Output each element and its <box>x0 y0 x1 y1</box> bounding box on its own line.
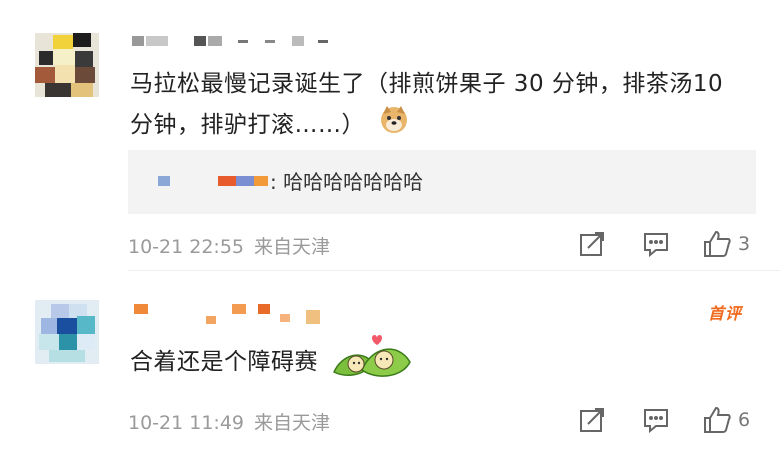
comment-date: 10-21 11:49 <box>128 412 245 434</box>
share-button[interactable] <box>578 406 606 434</box>
share-button[interactable] <box>578 230 606 258</box>
like-count: 3 <box>738 233 751 255</box>
comment-actions: 3 <box>578 230 758 260</box>
comment-text: 马拉松最慢记录诞生了（排煎饼果子 30 分钟，排茶汤10 分钟，排驴打滚……） <box>130 64 728 147</box>
divider <box>128 270 780 271</box>
comment-actions: 6 <box>578 406 758 436</box>
avatar[interactable] <box>35 33 99 97</box>
comment-meta: 10-21 11:49 来自天津 <box>128 408 330 435</box>
comment-text-content: 马拉松最慢记录诞生了（排煎饼果子 30 分钟，排茶汤10 分钟，排驴打滚……） <box>130 71 724 138</box>
doge-emoji-icon <box>379 104 409 147</box>
comment-source: 来自天津 <box>254 236 331 258</box>
like-button[interactable]: 3 <box>702 230 750 258</box>
thumbs-up-icon <box>704 406 731 433</box>
share-icon <box>580 232 604 256</box>
comment-date: 10-21 22:55 <box>128 236 245 258</box>
comment-meta: 10-21 22:55 来自天津 <box>128 232 330 259</box>
reply-preview[interactable]: : 哈哈哈哈哈哈哈 <box>128 150 756 214</box>
reply-button[interactable] <box>642 230 670 258</box>
zongzi-love-emoji-icon <box>332 332 414 393</box>
reply-text: : 哈哈哈哈哈哈哈 <box>270 170 424 194</box>
thumbs-up-icon <box>704 230 731 257</box>
comment-source: 来自天津 <box>254 412 331 434</box>
comment-icon <box>644 233 668 258</box>
comment-icon <box>644 409 668 434</box>
share-icon <box>580 408 604 432</box>
username[interactable] <box>130 36 340 52</box>
comment-text: 合着还是个障碍赛 <box>130 332 728 393</box>
like-count: 6 <box>738 409 751 431</box>
reply-button[interactable] <box>642 406 670 434</box>
comment-item: 马拉松最慢记录诞生了（排煎饼果子 30 分钟，排茶汤10 分钟，排驴打滚……） … <box>0 0 780 268</box>
like-button[interactable]: 6 <box>702 406 750 434</box>
comment-text-content: 合着还是个障碍赛 <box>130 349 318 375</box>
username[interactable] <box>130 304 340 324</box>
comment-item: 合着还是个障碍赛 10-21 11:49 来自天津 6 <box>0 274 780 454</box>
avatar[interactable] <box>35 300 99 364</box>
